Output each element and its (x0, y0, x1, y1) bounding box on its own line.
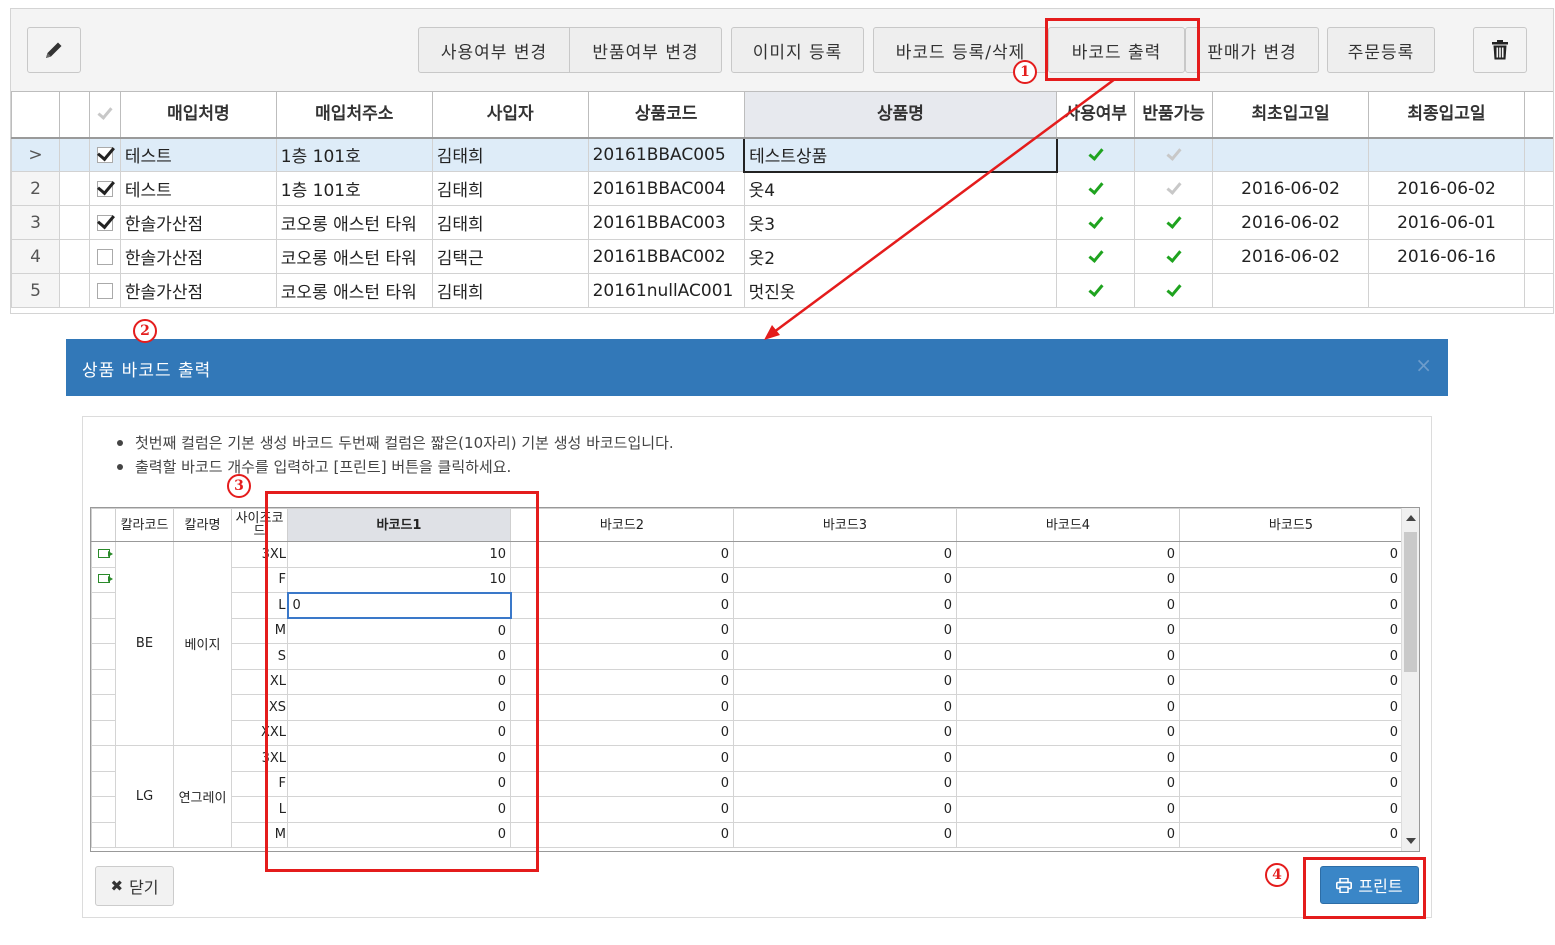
annotation-arrow (764, 77, 1116, 340)
highlight-print-button (1303, 857, 1426, 919)
marker-3: 3 (227, 474, 251, 498)
highlight-barcode1-column (265, 491, 539, 872)
marker-2: 2 (133, 319, 157, 343)
marker-4: 4 (1265, 863, 1289, 887)
